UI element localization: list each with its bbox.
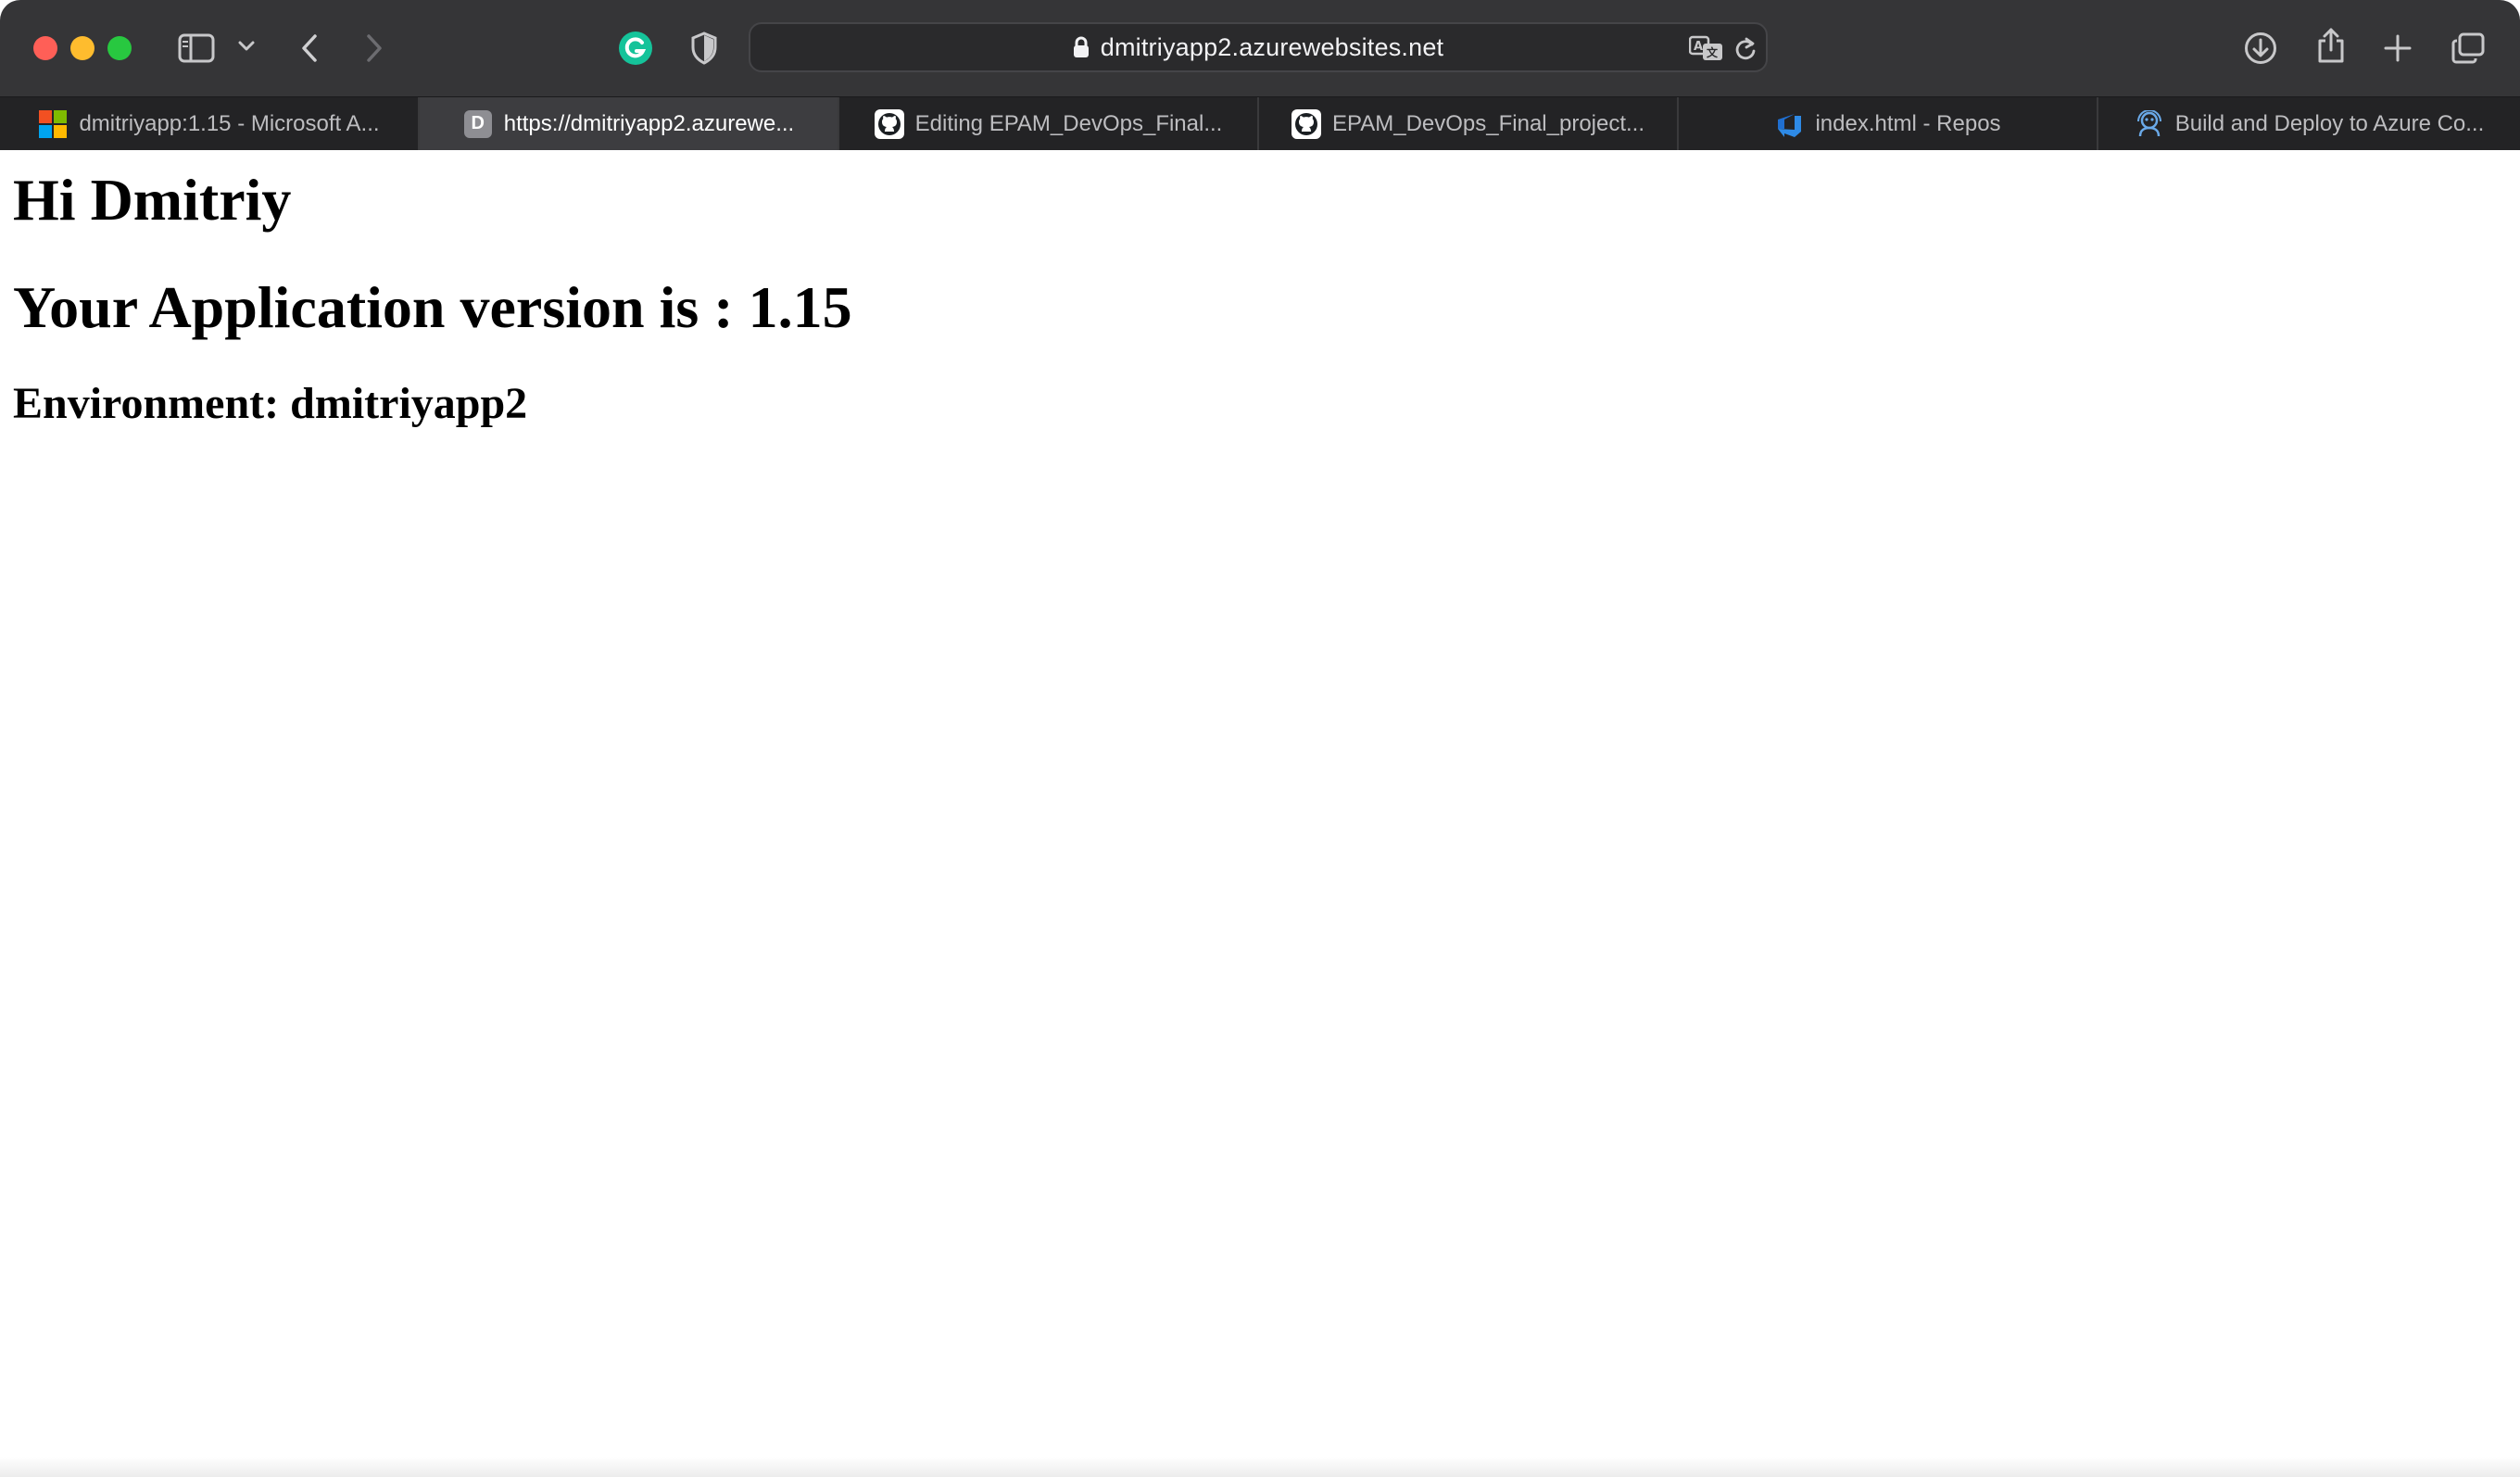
chevron-left-icon[interactable] xyxy=(296,28,322,69)
grammarly-icon[interactable] xyxy=(617,30,654,67)
github-icon xyxy=(1291,108,1321,139)
tab-label: https://dmitriyapp2.azurewe... xyxy=(503,110,795,136)
tab-azure-repos[interactable]: index.html - Repos xyxy=(1679,97,2098,150)
sidebar-icon[interactable] xyxy=(176,30,217,67)
tab-label: Editing EPAM_DevOps_Final... xyxy=(914,110,1223,136)
zoom-window-button[interactable] xyxy=(107,36,132,60)
tab-label: EPAM_DevOps_Final_project... xyxy=(1331,110,1645,136)
tab-label: index.html - Repos xyxy=(1815,110,2001,136)
lock-icon xyxy=(1073,36,1090,58)
web-page: Hi Dmitriy Your Application version is :… xyxy=(0,150,2520,1477)
azure-pipelines-icon xyxy=(2135,109,2164,139)
reload-icon[interactable] xyxy=(1732,35,1758,61)
url-text: dmitriyapp2.azurewebsites.net xyxy=(1100,32,1444,61)
tab-github-repo[interactable]: EPAM_DevOps_Final_project... xyxy=(1259,97,1679,150)
address-bar[interactable]: dmitriyapp2.azurewebsites.net A 文 xyxy=(749,22,1768,72)
letter-d-icon: D xyxy=(463,109,493,139)
tab-build-deploy[interactable]: Build and Deploy to Azure Co... xyxy=(2098,97,2520,150)
tab-label: Build and Deploy to Azure Co... xyxy=(2174,110,2485,136)
share-icon[interactable] xyxy=(2312,24,2350,67)
tab-bar: dmitriyapp:1.15 - Microsoft A... D https… xyxy=(0,96,2520,150)
svg-text:文: 文 xyxy=(1707,45,1719,59)
chevron-right-icon[interactable] xyxy=(361,28,387,69)
download-icon[interactable] xyxy=(2242,28,2279,69)
tab-dmitriyapp2[interactable]: D https://dmitriyapp2.azurewe... xyxy=(420,97,839,150)
tab-github-editing[interactable]: Editing EPAM_DevOps_Final... xyxy=(839,97,1259,150)
svg-text:A: A xyxy=(1694,40,1703,54)
close-window-button[interactable] xyxy=(33,36,57,60)
microsoft-icon xyxy=(38,109,68,139)
azure-devops-icon xyxy=(1774,109,1804,139)
tab-microsoft-azure[interactable]: dmitriyapp:1.15 - Microsoft A... xyxy=(0,97,420,150)
plus-icon[interactable] xyxy=(2381,30,2414,67)
minimize-window-button[interactable] xyxy=(70,36,94,60)
tab-label: dmitriyapp:1.15 - Microsoft A... xyxy=(79,110,380,136)
environment-heading: Environment: dmitriyapp2 xyxy=(13,379,528,428)
browser-toolbar: dmitriyapp2.azurewebsites.net A 文 xyxy=(0,0,2520,96)
chevron-down-icon[interactable] xyxy=(235,35,258,57)
tab-overview-icon[interactable] xyxy=(2450,30,2487,67)
shield-icon[interactable] xyxy=(687,30,721,67)
github-icon xyxy=(874,108,904,139)
translate-icon[interactable]: A 文 xyxy=(1688,33,1725,63)
version-heading: Your Application version is : 1.15 xyxy=(13,274,852,340)
greeting-heading: Hi Dmitriy xyxy=(13,167,292,233)
window-bottom-edge xyxy=(0,1457,2520,1477)
